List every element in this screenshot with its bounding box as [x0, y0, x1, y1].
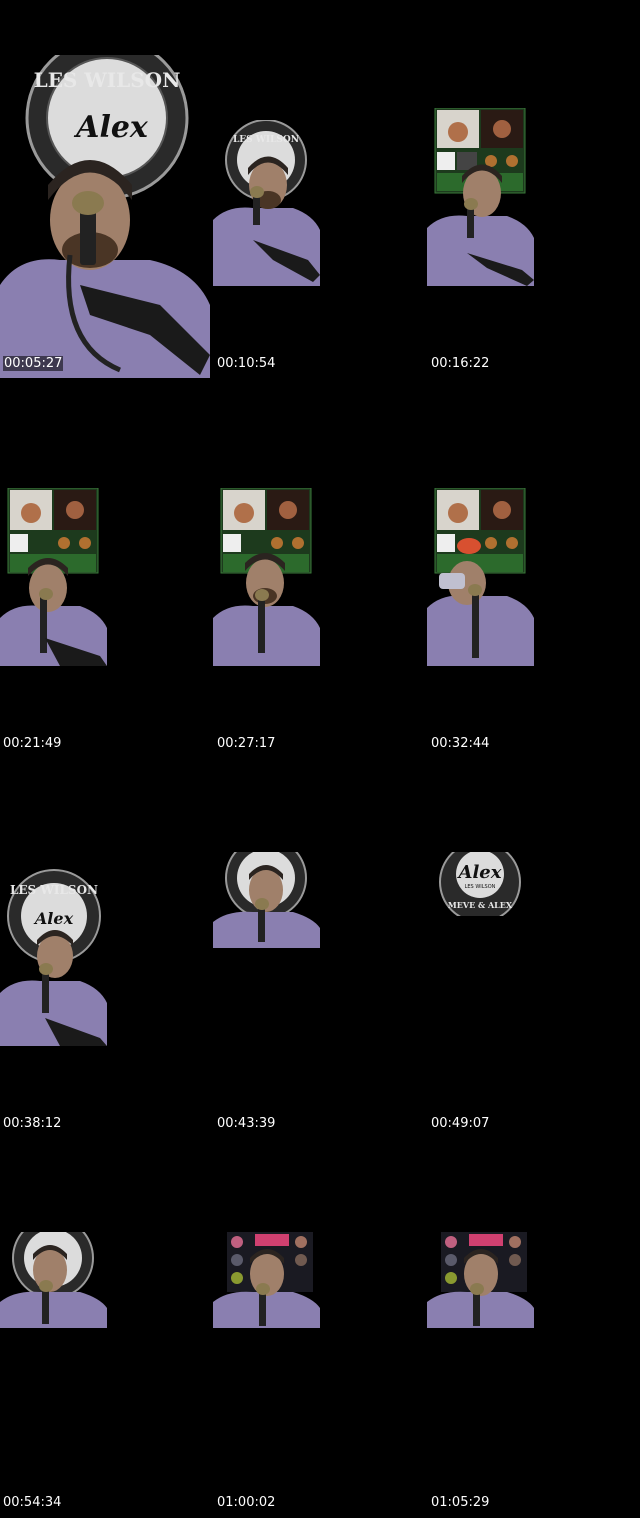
video-frame-3[interactable] [427, 108, 534, 286]
host-figure [0, 558, 107, 666]
frame-timestamp: 00:27:17 [217, 736, 276, 751]
host-figure [427, 561, 534, 666]
logo-script-text: Alex [457, 862, 502, 883]
video-frame-4[interactable] [0, 488, 107, 666]
video-frame-10[interactable] [0, 1232, 107, 1328]
frame-timestamp: 01:05:29 [431, 1495, 490, 1510]
video-frame-8[interactable] [213, 852, 320, 948]
video-call-grid [434, 488, 526, 574]
frame-timestamp: 00:32:44 [431, 736, 490, 751]
logo-ring-text: LES WILSON [10, 883, 98, 897]
logo-script-text: Alex [33, 909, 74, 928]
video-frame-11[interactable] [213, 1232, 320, 1328]
frame-timestamp: 00:43:39 [217, 1116, 276, 1131]
video-frame-6[interactable] [427, 488, 534, 666]
frame-timestamp: 01:00:02 [217, 1495, 276, 1510]
frame-timestamp: 00:54:34 [3, 1495, 62, 1510]
logo-ring-text: LES WILSON [233, 135, 299, 145]
video-frame-2[interactable]: LES WILSON [213, 120, 320, 286]
frame-timestamp: 00:49:07 [431, 1116, 490, 1131]
frame-timestamp: 00:05:27 [3, 356, 64, 371]
video-frame-1[interactable]: LES WILSON Alex [0, 55, 210, 378]
frame-timestamp: 00:21:49 [3, 736, 62, 751]
logo-small-caption: LES WILSON [465, 884, 496, 890]
host-figure [0, 930, 107, 1046]
logo-ring-bottom-text: MEVE & ALEX [448, 900, 513, 910]
video-frame-12[interactable] [427, 1232, 534, 1328]
video-frame-7[interactable]: LES WILSON Alex [0, 868, 107, 1046]
host-figure [0, 160, 210, 378]
logo-ring-text: LES WILSON [34, 68, 181, 92]
frame-timestamp: 00:10:54 [217, 356, 276, 371]
contact-sheet: LES WILSON Alex 00:05:27 LES WILSON 00:1… [0, 0, 640, 1518]
video-frame-5[interactable] [213, 488, 320, 666]
logo-script-text: Alex [73, 110, 149, 145]
frame-timestamp: 00:16:22 [431, 356, 490, 371]
video-frame-9[interactable]: Alex LES WILSON MEVE & ALEX [427, 852, 534, 916]
frame-timestamp: 00:38:12 [3, 1116, 62, 1131]
